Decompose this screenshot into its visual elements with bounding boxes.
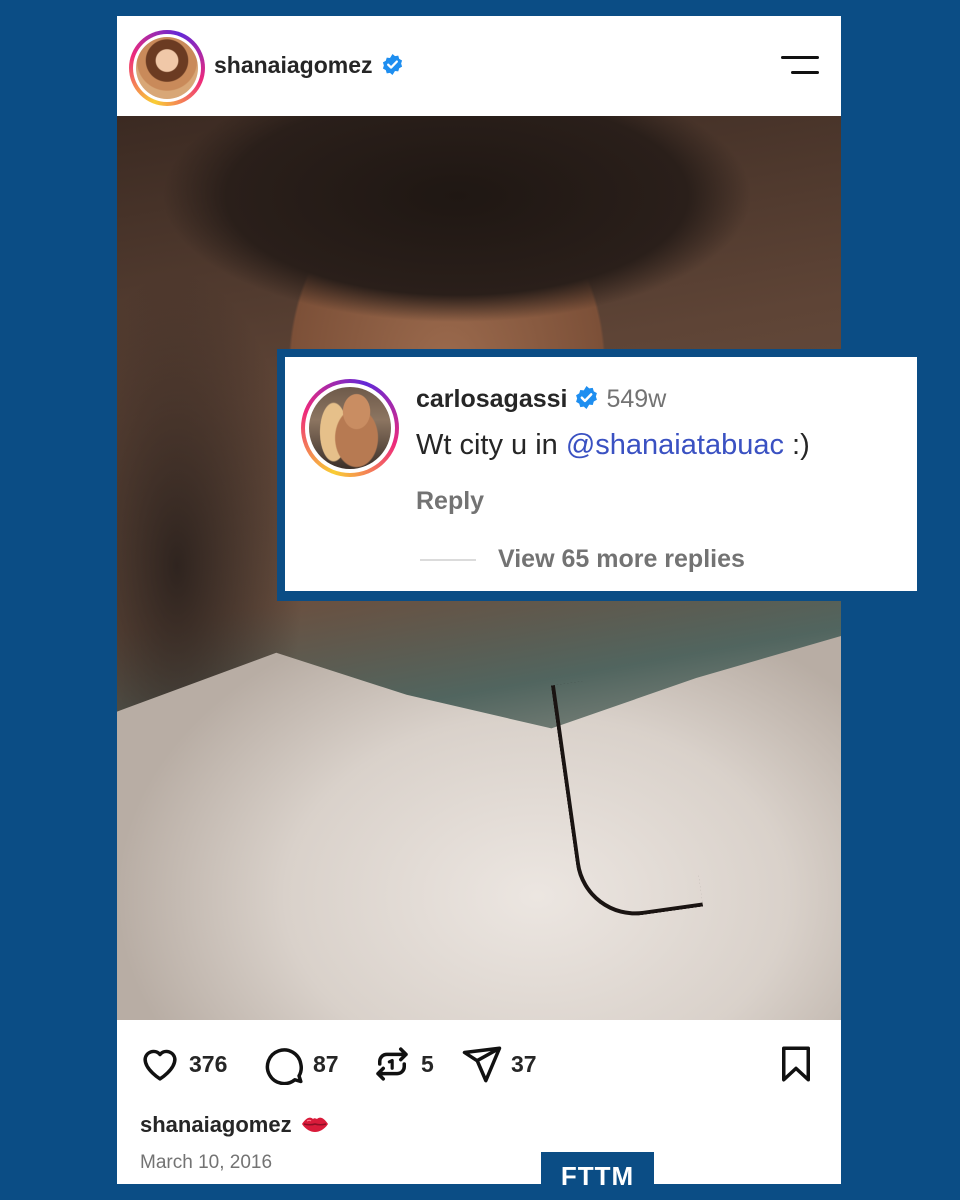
- verified-badge-icon: [382, 53, 402, 76]
- share-icon: [462, 1046, 502, 1083]
- comment-timestamp: 549w: [606, 385, 667, 413]
- comment-count: 87: [313, 1050, 339, 1077]
- share-button[interactable]: 37: [461, 1044, 537, 1084]
- share-count: 37: [511, 1050, 537, 1077]
- heart-icon: [143, 1049, 177, 1081]
- author-avatar[interactable]: [129, 30, 205, 106]
- caption: shanaiagomez: [140, 1112, 330, 1138]
- verified-badge-icon: [575, 386, 597, 409]
- view-more-replies-button[interactable]: View 65 more replies: [498, 545, 745, 574]
- comment-card: carlosagassi 549w Wt city u in @shanaiata…: [277, 349, 925, 601]
- reply-button[interactable]: Reply: [416, 487, 484, 516]
- comment-text: Wt city u in @shanaiatabuac :): [416, 429, 810, 462]
- post-actions: 376 87 5 37: [139, 1044, 819, 1085]
- comment-content: carlosagassi 549w Wt city u in @shanaiata…: [285, 357, 917, 591]
- post-date: March 10, 2016: [140, 1152, 273, 1173]
- commenter-avatar[interactable]: [301, 379, 399, 477]
- comment-button[interactable]: 87: [263, 1044, 339, 1085]
- repost-icon: [376, 1047, 408, 1081]
- comment-text-prefix: Wt city u in: [416, 429, 566, 461]
- like-count: 376: [189, 1050, 228, 1077]
- brand-logo: FTTM: [541, 1152, 654, 1200]
- comment-header: carlosagassi 549w: [416, 385, 666, 414]
- author-username-text[interactable]: shanaiagomez: [214, 52, 373, 78]
- author-username[interactable]: shanaiagomez: [214, 52, 404, 79]
- bookmark-icon: [782, 1046, 810, 1082]
- like-button[interactable]: 376: [139, 1044, 227, 1084]
- menu-icon[interactable]: [781, 56, 819, 78]
- replies-divider: [420, 559, 476, 561]
- commenter-username[interactable]: carlosagassi: [416, 385, 568, 413]
- lips-kiss-emoji-icon: [301, 1117, 328, 1132]
- repost-button[interactable]: 5: [371, 1044, 434, 1084]
- post-header: shanaiagomez: [117, 16, 841, 116]
- caption-username[interactable]: shanaiagomez: [140, 1112, 292, 1137]
- repost-count: 5: [421, 1050, 434, 1077]
- comment-mention-link[interactable]: @shanaiatabuac: [566, 429, 784, 461]
- comment-icon: [265, 1048, 303, 1085]
- comment-text-suffix: :): [783, 429, 810, 461]
- save-button[interactable]: [775, 1044, 817, 1084]
